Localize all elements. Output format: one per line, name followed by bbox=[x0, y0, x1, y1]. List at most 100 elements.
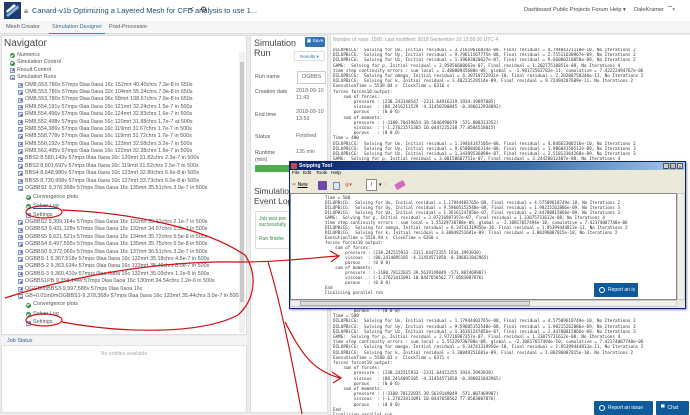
tree-item[interactable]: BBS5 8,730,998v 57mps 0laa 0aoa 16c 127m… bbox=[8, 178, 240, 185]
tree-item-label[interactable]: Convergence plots bbox=[33, 194, 78, 201]
expand-icon[interactable] bbox=[18, 119, 23, 125]
expand-icon[interactable] bbox=[18, 149, 23, 155]
tree-item[interactable]: RM8,562,495v 57mps 0laa 0aoa 16c 122mrt … bbox=[8, 148, 240, 155]
tree-item[interactable]: Settings bbox=[8, 212, 240, 219]
expand-icon[interactable] bbox=[10, 67, 15, 73]
tree-item[interactable]: OGBBS0 9,372,066v 57mps 0laa 0aoa 16c 13… bbox=[8, 249, 240, 256]
tree-item[interactable]: Result Control bbox=[8, 67, 240, 74]
tree-item[interactable]: OGBBS1 9,378,368v 57mps 0laa 0aoa 16c 13… bbox=[8, 185, 240, 192]
tree-item-label[interactable]: RM8,562,495v 57mps 0laa 0aoa 16c 122mrt … bbox=[25, 148, 192, 155]
snip-vertical-scrollbar[interactable] bbox=[677, 193, 685, 300]
tree-item-label[interactable]: OM8,553,780v 57mps 0laa 0aoa 96c 68mrt 1… bbox=[25, 96, 193, 103]
tree-item[interactable]: Simulation Control bbox=[8, 59, 240, 66]
tree-item[interactable]: BBS3 8,601,697v 57mps 0laa 0aoa 16c 119m… bbox=[8, 163, 240, 170]
tree-item[interactable]: OGBBS4 9,497,595v 57mps 0laa 0aoa 16c 13… bbox=[8, 241, 240, 248]
tree-item-label[interactable]: BBS4 8,648,980v 57mps 0laa 0aoa 16c 123m… bbox=[25, 170, 199, 177]
tab-simulation-designer[interactable]: Simulation Designer bbox=[49, 23, 106, 34]
pen-dropdown[interactable]: ▾ bbox=[379, 180, 382, 191]
tree-item[interactable]: Solver Log bbox=[8, 202, 240, 212]
report-issue-button[interactable]: Report an issue bbox=[594, 401, 653, 415]
pen-icon[interactable]: / bbox=[366, 179, 377, 191]
expand-icon[interactable] bbox=[18, 220, 23, 226]
tree-item[interactable]: Convergence plots bbox=[8, 192, 240, 202]
tab-post-processor[interactable]: Post-Processor bbox=[106, 23, 150, 34]
nav-forum[interactable]: Forum bbox=[592, 7, 608, 13]
tree-item-label[interactable]: Simulation Control bbox=[17, 59, 61, 66]
tree-item-label[interactable]: Simulation Runs bbox=[17, 74, 56, 81]
expand-icon[interactable] bbox=[18, 286, 23, 292]
tree-item-label[interactable]: Settings bbox=[33, 212, 52, 219]
expand-icon[interactable] bbox=[18, 257, 23, 263]
snipping-tool-title[interactable]: Snipping Tool bbox=[290, 162, 685, 170]
menu-edit[interactable]: Edit bbox=[303, 171, 311, 176]
tree-item-label[interactable]: OGBBS0 9,372,066v 57mps 0laa 0aoa 16c 13… bbox=[25, 249, 208, 256]
expand-icon[interactable] bbox=[18, 171, 23, 177]
tree-item[interactable]: OGBBS-3 9,360,410v 57mps 0laa 0aoa 16c 1… bbox=[8, 271, 240, 278]
expand-icon[interactable] bbox=[18, 234, 23, 240]
tree-item-label[interactable]: OM8,553,780v 57mps 0laa 0aoa 16c 152mrt … bbox=[25, 82, 193, 89]
nav-dashboard[interactable]: Dashboard bbox=[524, 7, 551, 13]
tree-item-label[interactable]: RM8,554,496v 57mps 0laa 0aoa 16c 124mrt … bbox=[25, 111, 192, 118]
tree-item-label[interactable]: OGBBS-2 9,363,634v 57mps 0laa 0aoa 16c 1… bbox=[25, 263, 209, 270]
menu-tools[interactable]: Tools bbox=[316, 171, 327, 176]
tree-item-label[interactable]: OGBBS-3 9,360,410v 57mps 0laa 0aoa 16c 1… bbox=[25, 271, 209, 278]
results-dropdown[interactable]: Results ▾ bbox=[294, 51, 325, 61]
tree-item[interactable]: Simulation Runs bbox=[8, 74, 240, 81]
expand-icon[interactable] bbox=[18, 104, 23, 110]
tree-item[interactable]: GB+0.01m0mOGBBS1-9,378,368v 57mps 0laa 0… bbox=[8, 293, 240, 300]
tree-item-label[interactable]: RM8,550,192v 57mps 0laa 0aoa 16c 123mrt … bbox=[25, 141, 192, 148]
tree-item[interactable]: OGBBS2 9,399,164v 57mps 0laa 0aoa 16c 13… bbox=[8, 219, 240, 226]
tab-mesh-creator[interactable]: Mesh Creator bbox=[3, 23, 43, 34]
collapse-icon[interactable] bbox=[18, 294, 23, 300]
tree-item[interactable]: Solver Log bbox=[8, 310, 240, 320]
maximize-button[interactable]: □ bbox=[670, 163, 676, 169]
tree-item-label[interactable]: Numerics bbox=[17, 52, 40, 59]
expand-icon[interactable] bbox=[18, 156, 23, 162]
expand-icon[interactable] bbox=[18, 279, 23, 285]
tree-item-label[interactable]: OGBBS1PB 9,358,144v 57mps 0laa 0aoa 16c … bbox=[25, 278, 215, 285]
chat-button[interactable]: ▀ Chat bbox=[656, 401, 689, 415]
new-snip-button[interactable]: ✂ New bbox=[292, 180, 308, 191]
simscale-logo[interactable] bbox=[4, 2, 21, 19]
tree-item[interactable]: Numerics bbox=[8, 52, 240, 59]
expand-icon[interactable] bbox=[18, 242, 23, 248]
expand-icon[interactable] bbox=[26, 212, 31, 218]
tree-item-label[interactable]: OGBBS4 9,497,595v 57mps 0laa 0aoa 16c 13… bbox=[25, 241, 208, 248]
job-status-title[interactable]: Job Status bbox=[1, 336, 247, 346]
tree-item[interactable]: OGBBS-2 9,363,634v 57mps 0laa 0aoa 16c 1… bbox=[8, 263, 240, 270]
send-icon[interactable]: ◎▾ bbox=[345, 180, 352, 191]
nav-user-menu[interactable]: DaleKramer bbox=[634, 7, 664, 13]
tree-item-label[interactable]: RM8,554,191v 57mps 0laa 0aoa 16c 121mrt … bbox=[25, 104, 192, 111]
tree-item[interactable]: OM8,553,780v 57mps 0laa 0aoa 16c 152mrt … bbox=[8, 82, 240, 89]
user-avatar-icon[interactable]: ▔▾ bbox=[668, 7, 675, 13]
collapse-icon[interactable] bbox=[10, 75, 15, 81]
nav-help[interactable]: Help ▾ bbox=[610, 7, 626, 13]
tree-item[interactable]: RM8,554,386v 57mps 0laa 0aoa 16c 119mrt … bbox=[8, 126, 240, 133]
expand-icon[interactable] bbox=[18, 164, 23, 170]
expand-icon[interactable] bbox=[26, 320, 31, 326]
expand-icon[interactable] bbox=[18, 82, 23, 88]
tree-item[interactable]: RM8,550,192v 57mps 0laa 0aoa 16c 123mrt … bbox=[8, 141, 240, 148]
tree-item-label[interactable]: OGBBS2 9,399,164v 57mps 0laa 0aoa 16c 13… bbox=[25, 219, 208, 226]
tree-item[interactable]: BBS4 8,648,980v 57mps 0laa 0aoa 16c 123m… bbox=[8, 170, 240, 177]
nav-public-projects[interactable]: Public Projects bbox=[553, 7, 590, 13]
expand-icon[interactable] bbox=[18, 271, 23, 277]
tree-item-label[interactable]: OGBBS-1 9,367,518v 57mps 0laa 0aoa 16c 1… bbox=[25, 256, 209, 263]
tree-item-label[interactable]: RM8,558,778v 57mps 0laa 0aoa 16c 119mrt … bbox=[25, 133, 192, 140]
tree-item[interactable]: OGGBonBBS3-9,997,588v 57mps 0laa 0aoa 16… bbox=[8, 286, 240, 293]
tree-item-label[interactable]: OM8,553,780v 57mps 0laa 0aoa 32c 104mrt … bbox=[25, 89, 193, 96]
save-button[interactable]: ▣ Save bbox=[305, 37, 325, 47]
expand-icon[interactable] bbox=[18, 97, 23, 103]
expand-icon[interactable] bbox=[18, 90, 23, 96]
tree-item-label[interactable]: Settings bbox=[33, 319, 52, 326]
expand-icon[interactable] bbox=[18, 178, 23, 184]
tree-item-label[interactable]: Convergence plots bbox=[33, 301, 78, 308]
snip-horizontal-scrollbar-thumb[interactable] bbox=[300, 301, 530, 306]
tree-item-label[interactable]: Result Control bbox=[17, 67, 51, 74]
expand-icon[interactable] bbox=[18, 264, 23, 270]
tree-item[interactable]: OGBBS-1 9,367,518v 57mps 0laa 0aoa 16c 1… bbox=[8, 256, 240, 263]
tree-item-label[interactable]: BBS3 8,601,697v 57mps 0laa 0aoa 16c 119m… bbox=[25, 163, 199, 170]
tree-item-label[interactable]: GB+0.01m0mOGBBS1-9,378,368v 57mps 0laa 0… bbox=[25, 293, 240, 300]
collapse-icon[interactable] bbox=[18, 186, 23, 192]
tree-item[interactable]: BBS2 8,580,143v 57mps 0laa 0aoa 16c 120m… bbox=[8, 155, 240, 162]
